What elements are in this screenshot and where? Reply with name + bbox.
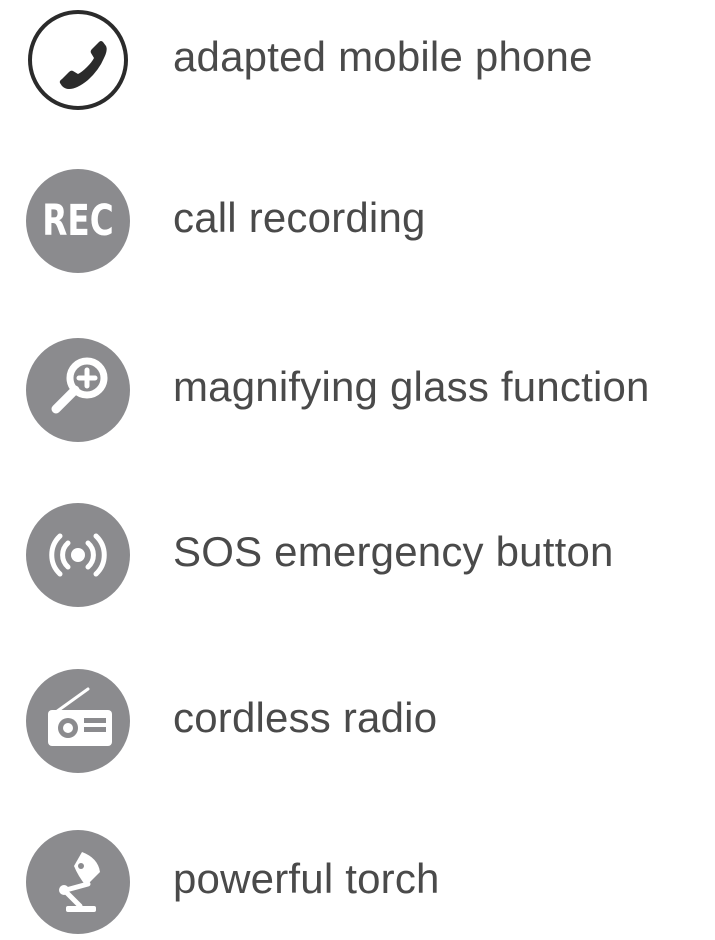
magnifier-icon — [26, 338, 130, 442]
feature-cordless-radio: cordless radio — [0, 669, 715, 779]
feature-magnifying-glass: magnifying glass function — [0, 338, 715, 448]
torch-lamp-icon — [26, 830, 130, 934]
feature-powerful-torch: powerful torch — [0, 830, 715, 940]
phone-icon — [26, 8, 130, 112]
feature-list: adapted mobile phone REC call recording … — [0, 0, 715, 934]
feature-label: call recording — [173, 194, 426, 241]
feature-label: SOS emergency button — [173, 528, 614, 575]
radio-icon — [26, 669, 130, 773]
feature-sos-emergency-button: SOS emergency button — [0, 503, 715, 613]
rec-icon-text: REC — [42, 196, 113, 245]
sos-broadcast-icon — [26, 503, 130, 607]
feature-call-recording: REC call recording — [0, 169, 715, 279]
feature-label: adapted mobile phone — [173, 33, 593, 80]
feature-label: powerful torch — [173, 855, 440, 902]
feature-label: cordless radio — [173, 694, 438, 741]
feature-label: magnifying glass function — [173, 363, 650, 410]
feature-adapted-mobile-phone: adapted mobile phone — [0, 8, 715, 118]
rec-icon: REC — [26, 169, 130, 273]
